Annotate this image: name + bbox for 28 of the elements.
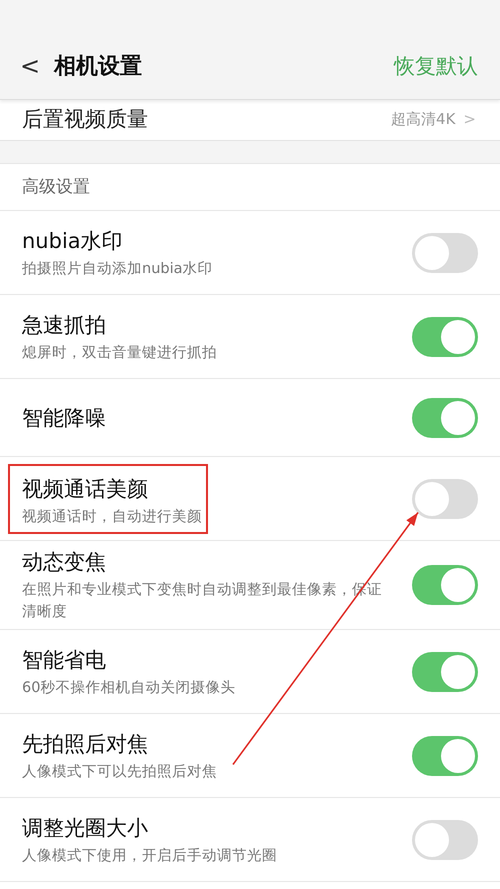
- setting-title: nubia水印: [22, 228, 124, 254]
- chevron-icon: >: [463, 105, 476, 133]
- toggle-switch[interactable]: [412, 820, 478, 860]
- toggle-switch[interactable]: [412, 565, 478, 605]
- setting-title: 智能省电: [22, 646, 107, 674]
- setting-description: 60秒不操作相机自动关闭摄像头: [22, 678, 236, 698]
- setting-description: 视频通话时，自动进行美颜: [22, 508, 202, 526]
- setting-title: 后置视频质量: [22, 106, 148, 133]
- toggle-switch[interactable]: [412, 316, 478, 356]
- setting-title: 智能降噪: [22, 404, 106, 432]
- setting-title: 动态变焦: [22, 549, 107, 576]
- toggle-switch[interactable]: [412, 478, 478, 518]
- setting-title: 视频通话美颜: [22, 476, 149, 502]
- back-button[interactable]: <: [20, 52, 40, 80]
- setting-title: 调整光圈大小: [22, 814, 149, 842]
- toggle-switch[interactable]: [412, 652, 478, 692]
- setting-title: 先拍照后对焦: [22, 730, 149, 758]
- setting-description: 人像模式下使用，开启后手动调节光圈: [22, 846, 277, 866]
- toggle-switch[interactable]: [412, 736, 478, 776]
- section-header: 高级设置: [0, 164, 500, 211]
- toggle-switch[interactable]: [412, 398, 478, 438]
- page-title: 相机设置: [54, 52, 144, 80]
- setting-description: 拍摄照片自动添加nubia水印: [22, 260, 212, 278]
- setting-title: 急速抓拍: [22, 312, 107, 338]
- toggle-switch[interactable]: [412, 232, 478, 272]
- setting-value: 超高清4K: [391, 109, 456, 130]
- setting-description: 熄屏时，双击音量键进行抓拍: [22, 344, 217, 362]
- setting-description: 人像模式下可以先拍照后对焦: [22, 762, 217, 782]
